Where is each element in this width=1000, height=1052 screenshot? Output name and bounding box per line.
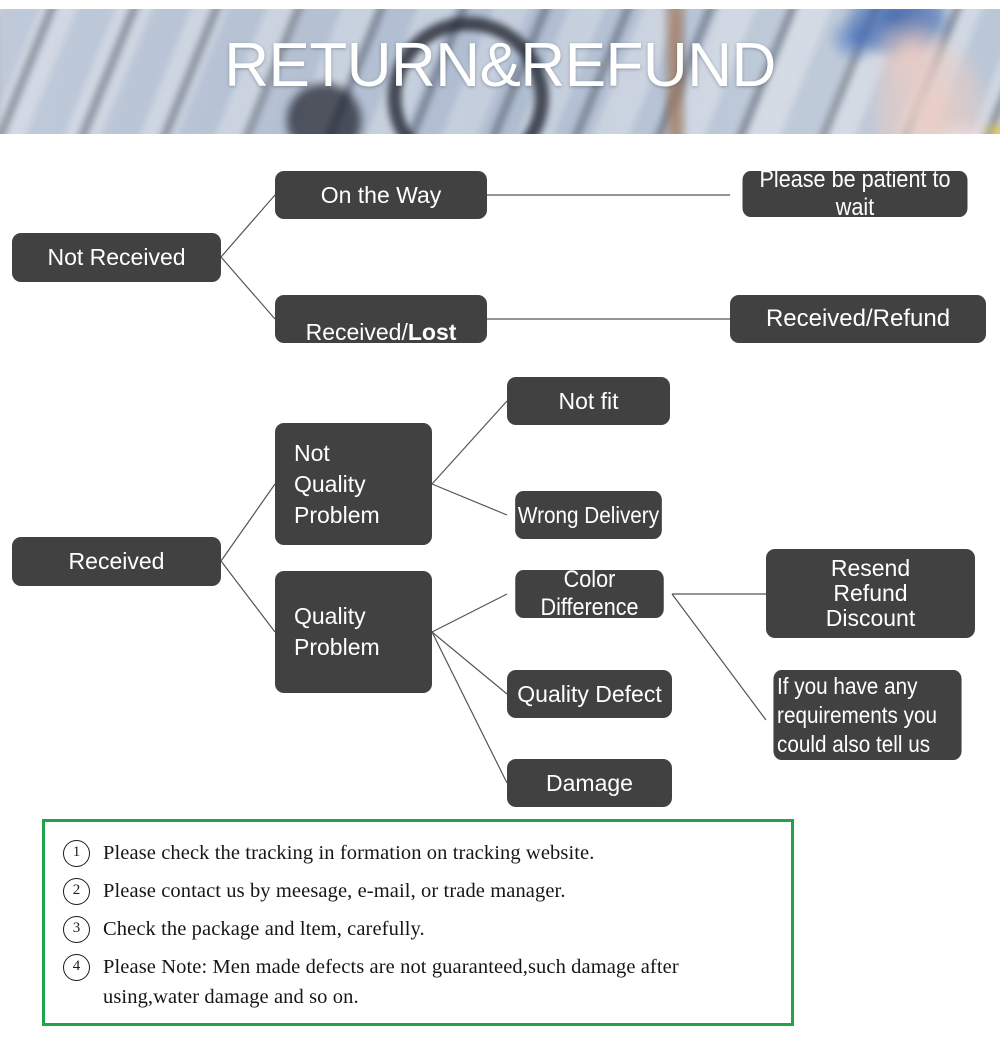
note-item: 3 Check the package and ltem, carefully.: [63, 914, 773, 944]
node-not-received[interactable]: Not Received: [12, 233, 221, 282]
node-if-you-have-any-requirements[interactable]: If you have any requirements you could a…: [773, 670, 962, 760]
node-please-be-patient-label: Please be patient to wait: [759, 166, 951, 221]
node-resend-refund-discount-label: Resend Refund Discount: [825, 555, 916, 631]
node-on-the-way[interactable]: On the Way: [275, 171, 487, 219]
node-if-you-have-any-requirements-label: If you have any requirements you could a…: [777, 672, 937, 757]
node-please-be-patient-to-wait[interactable]: Please be patient to wait: [742, 166, 968, 221]
note-item: 4 Please Note: Men made defects are not …: [63, 952, 773, 1012]
banner-top-edge: [0, 0, 1000, 9]
node-received-label: Received: [68, 548, 165, 574]
return-refund-flowchart: Not Received On the Way Received/Lost Pl…: [0, 143, 1000, 815]
connector-quality-to-damage: [431, 631, 508, 784]
node-received-refund[interactable]: Received/Refund: [730, 295, 986, 343]
note-item: 2 Please contact us by meesage, e-mail, …: [63, 876, 773, 906]
node-not-quality-problem[interactable]: Not Quality Problem: [275, 423, 432, 545]
connector-color-difference-to-requirements: [671, 593, 767, 721]
node-not-quality-problem-label: Not Quality Problem: [294, 439, 380, 528]
node-damage[interactable]: Damage: [507, 759, 672, 807]
node-not-fit[interactable]: Not fit: [507, 377, 670, 425]
connector-not-quality-to-wrong-delivery: [431, 483, 508, 516]
node-damage-label: Damage: [546, 769, 633, 796]
note-number-1: 1: [63, 840, 90, 867]
page-title: RETURN&REFUND: [224, 31, 776, 100]
note-number-2: 2: [63, 878, 90, 905]
connector-not-received-to-on-the-way: [220, 194, 276, 258]
node-not-received-label: Not Received: [47, 244, 186, 270]
node-not-fit-label: Not fit: [558, 387, 619, 414]
note-text-2: Please contact us by meesage, e-mail, or…: [103, 880, 566, 902]
connector-received-to-not-quality-problem: [220, 483, 276, 562]
node-received[interactable]: Received: [12, 537, 221, 586]
node-received-lost-prefix: Received/: [305, 319, 408, 345]
node-resend-refund-discount[interactable]: Resend Refund Discount: [766, 549, 975, 638]
node-quality-problem-label: Quality Problem: [294, 603, 380, 660]
node-quality-problem[interactable]: Quality Problem: [275, 571, 432, 693]
node-wrong-delivery-label: Wrong Delivery: [517, 501, 660, 528]
connector-not-received-to-received-lost: [220, 256, 276, 320]
header-banner: RETURN&REFUND: [0, 0, 1000, 143]
node-quality-defect-label: Quality Defect: [517, 680, 662, 707]
node-color-difference-label: Color Difference: [540, 566, 639, 621]
node-received-refund-label: Received/Refund: [765, 305, 951, 332]
connector-quality-to-color-difference: [431, 593, 508, 633]
note-item: 1 Please check the tracking in formation…: [63, 838, 773, 868]
note-text-4: Please Note: Men made defects are not gu…: [103, 956, 679, 1008]
note-number-3: 3: [63, 916, 90, 943]
node-wrong-delivery[interactable]: Wrong Delivery: [515, 491, 662, 539]
banner-bottom-edge: [0, 134, 1000, 143]
connector-quality-to-quality-defect: [431, 631, 508, 695]
note-text-3: Check the package and ltem, carefully.: [103, 918, 425, 940]
connector-received-to-quality-problem: [220, 560, 276, 633]
notes-box: 1 Please check the tracking in formation…: [42, 819, 794, 1026]
note-number-4: 4: [63, 954, 90, 981]
connector-not-quality-to-not-fit: [431, 400, 508, 485]
node-color-difference[interactable]: Color Difference: [515, 566, 664, 621]
note-text-1: Please check the tracking in formation o…: [103, 842, 595, 864]
node-quality-defect[interactable]: Quality Defect: [507, 670, 672, 718]
node-on-the-way-label: On the Way: [320, 181, 442, 208]
node-received-lost-emphasis: Lost: [407, 319, 457, 345]
node-received-lost[interactable]: Received/Lost: [275, 295, 487, 345]
